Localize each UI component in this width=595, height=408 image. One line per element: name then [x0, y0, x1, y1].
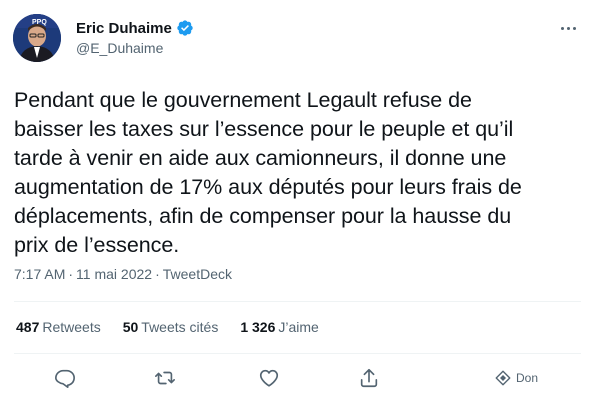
display-name[interactable]: Eric Duhaime	[76, 20, 172, 37]
author-handle[interactable]: @E_Duhaime	[76, 40, 163, 56]
avatar[interactable]: PPQ	[13, 14, 61, 62]
tweet-meta: 7:17 AM · 11 mai 2022 · TweetDeck	[14, 266, 232, 282]
retweets-label: Retweets	[42, 319, 101, 335]
likes-label: J’aime	[278, 319, 319, 335]
reply-button[interactable]	[54, 366, 76, 390]
likes-count: 1 326	[240, 319, 276, 335]
share-icon	[360, 368, 378, 388]
verified-badge-icon	[176, 19, 194, 37]
author-name-row[interactable]: Eric Duhaime	[76, 18, 194, 38]
share-button[interactable]	[358, 366, 380, 390]
avatar-image: PPQ	[13, 14, 61, 62]
reply-icon	[55, 369, 75, 388]
quotes-label: Tweets cités	[141, 319, 219, 335]
tip-button[interactable]: Don	[494, 366, 538, 390]
tip-icon	[495, 370, 511, 386]
retweet-button[interactable]	[154, 366, 176, 390]
meta-separator: ·	[155, 266, 160, 282]
action-bar: Don	[0, 366, 595, 392]
tweet: PPQ Eric Duhaime @E_Duhaime Pendant que …	[0, 0, 595, 408]
retweet-icon	[155, 371, 175, 385]
tweet-stats: 487 Retweets 50 Tweets cités 1 326 J’aime	[16, 319, 341, 335]
quotes-stat[interactable]: 50 Tweets cités	[123, 319, 219, 335]
quotes-count: 50	[122, 319, 139, 335]
tweet-source[interactable]: TweetDeck	[163, 266, 232, 282]
tweet-text: Pendant que le gouvernement Legault refu…	[14, 88, 522, 257]
divider	[14, 353, 581, 354]
like-button[interactable]	[258, 366, 280, 390]
more-options-icon[interactable]	[555, 18, 581, 38]
meta-separator: ·	[68, 266, 74, 282]
likes-stat[interactable]: 1 326 J’aime	[240, 319, 319, 335]
retweets-stat[interactable]: 487 Retweets	[16, 319, 101, 335]
tip-label: Don	[516, 371, 539, 385]
retweets-count: 487	[16, 319, 40, 335]
tweet-time[interactable]: 7:17 AM	[14, 266, 65, 282]
tweet-date[interactable]: 11 mai 2022	[76, 266, 152, 282]
divider	[14, 301, 581, 302]
like-icon	[259, 369, 279, 387]
